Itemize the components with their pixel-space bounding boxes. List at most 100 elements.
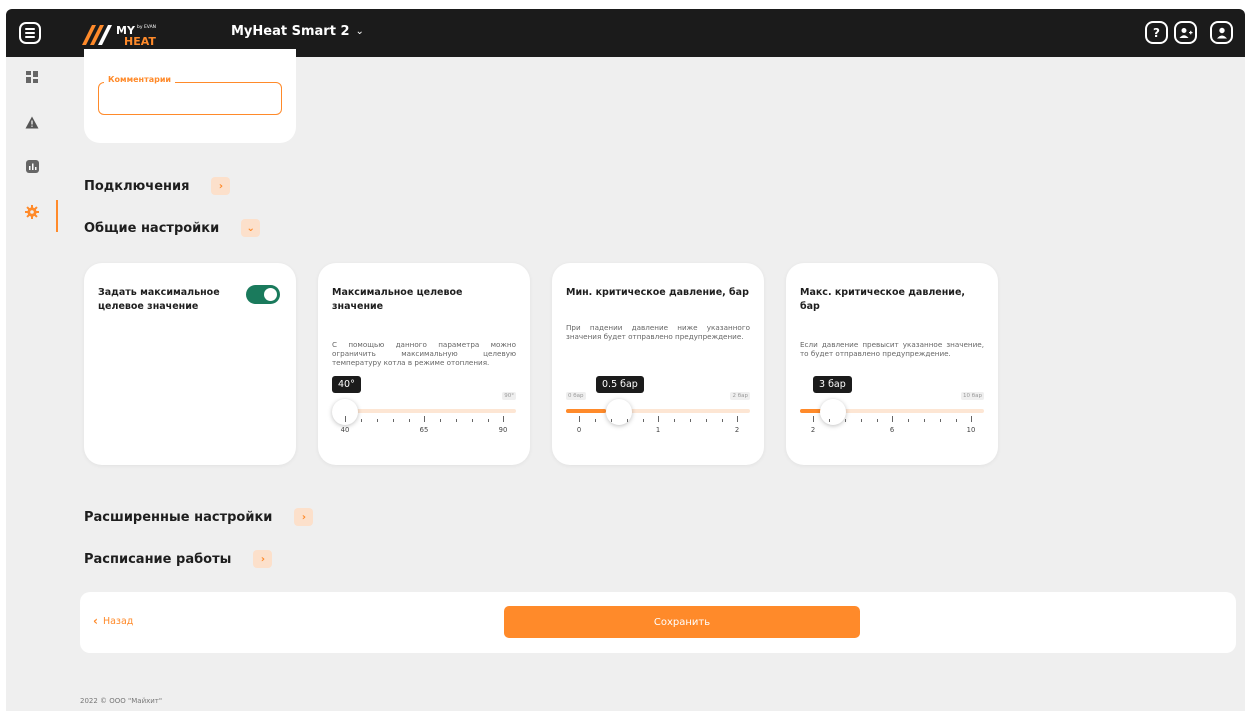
back-button[interactable]: ‹ Назад xyxy=(93,614,133,628)
min-pressure-slider[interactable]: 0.5 бар 0 бар 2 бар 0 1 2 xyxy=(566,376,750,446)
tick xyxy=(877,419,878,422)
section-advanced-label: Расширенные настройки xyxy=(84,509,273,525)
warning-icon[interactable] xyxy=(22,112,42,132)
tick-label: 10 xyxy=(966,426,976,434)
max-pressure-description: Если давление превысит указанное значени… xyxy=(800,340,984,358)
tick xyxy=(627,419,628,422)
comment-input[interactable] xyxy=(98,82,282,115)
section-general-label: Общие настройки xyxy=(84,220,220,236)
add-user-icon[interactable] xyxy=(1174,21,1197,44)
chevron-down-icon: ⌄ xyxy=(355,26,364,37)
myheat-logo[interactable]: MY by EVAN HEAT xyxy=(80,21,170,47)
section-connections[interactable]: Подключения › xyxy=(84,177,231,195)
slider-thumb[interactable] xyxy=(606,399,632,425)
max-target-slider[interactable]: 40° 90° 40 65 90 xyxy=(332,376,516,446)
active-indicator xyxy=(56,200,58,232)
chevron-left-icon: ‹ xyxy=(93,614,98,628)
slider-thumb[interactable] xyxy=(820,399,846,425)
tick xyxy=(829,419,830,422)
section-general[interactable]: Общие настройки ⌄ xyxy=(84,219,261,237)
tick xyxy=(579,416,580,422)
tick-label: 65 xyxy=(419,426,429,434)
tick xyxy=(737,416,738,422)
chart-icon[interactable] xyxy=(22,156,42,176)
tick-label: 0 xyxy=(576,426,582,434)
max-toggle-switch[interactable] xyxy=(246,285,280,304)
device-selector[interactable]: MyHeat Smart 2 ⌄ xyxy=(231,24,364,39)
max-target-description: С помощью данного параметра можно ограни… xyxy=(332,340,516,367)
tick xyxy=(845,419,846,422)
min-pressure-description: При падении давление ниже указанного зна… xyxy=(566,323,750,341)
tick-label: 2 xyxy=(734,426,740,434)
section-schedule[interactable]: Расписание работы › xyxy=(84,550,273,568)
tick-label: 90 xyxy=(498,426,508,434)
chevron-right-icon[interactable]: › xyxy=(294,508,314,526)
section-advanced[interactable]: Расширенные настройки › xyxy=(84,508,314,526)
chevron-right-icon[interactable]: › xyxy=(211,177,231,195)
help-icon[interactable]: ? xyxy=(1145,21,1168,44)
min-pressure-title: Мин. критическое давление, бар xyxy=(566,287,749,298)
dashboard-icon[interactable] xyxy=(22,67,42,87)
slider-track[interactable] xyxy=(332,409,516,413)
tick xyxy=(440,419,441,422)
back-label: Назад xyxy=(102,615,134,627)
slider-tooltip: 40° xyxy=(332,376,361,393)
toggle-knob xyxy=(264,288,277,301)
menu-icon[interactable] xyxy=(19,22,41,44)
slider-max-label: 10 бар xyxy=(960,392,984,400)
tick xyxy=(940,419,941,422)
max-pressure-slider[interactable]: 3 бар 10 бар 2 6 10 xyxy=(800,376,984,446)
action-bar: ‹ Назад Сохранить xyxy=(80,592,1236,653)
slider-tooltip: 0.5 бар xyxy=(596,376,644,393)
tick xyxy=(488,419,489,422)
tick xyxy=(956,419,957,422)
svg-text:HEAT: HEAT xyxy=(124,35,156,47)
max-toggle-title: Задать максимальное целевое значение xyxy=(98,287,220,312)
sidebar xyxy=(6,57,58,711)
tick xyxy=(813,416,814,422)
device-name: MyHeat Smart 2 xyxy=(231,24,350,39)
tick xyxy=(456,419,457,422)
max-target-title: Максимальное целевое значение xyxy=(332,287,463,312)
tick xyxy=(361,419,362,422)
save-button[interactable]: Сохранить xyxy=(504,606,860,638)
tick xyxy=(611,419,612,422)
tick xyxy=(924,419,925,422)
tick xyxy=(503,416,504,422)
comment-label: Комментарии xyxy=(104,75,176,84)
svg-text:by EVAN: by EVAN xyxy=(137,24,156,30)
tick xyxy=(706,419,707,422)
tick xyxy=(908,419,909,422)
tick xyxy=(658,416,659,422)
max-pressure-card: Макс. критическое давление, бар Если дав… xyxy=(786,263,998,465)
tick xyxy=(424,416,425,422)
tick xyxy=(409,419,410,422)
tick xyxy=(393,419,394,422)
comment-card: Комментарии xyxy=(84,49,296,143)
tick xyxy=(643,419,644,422)
tick xyxy=(674,419,675,422)
tick xyxy=(595,419,596,422)
slider-track[interactable] xyxy=(566,409,750,413)
max-target-card: Максимальное целевое значение С помощью … xyxy=(318,263,530,465)
slider-tooltip: 3 бар xyxy=(813,376,852,393)
tick xyxy=(861,419,862,422)
gear-icon[interactable] xyxy=(22,202,42,222)
user-icon[interactable] xyxy=(1210,21,1233,44)
slider-min-label: 0 бар xyxy=(566,392,586,400)
tick xyxy=(472,419,473,422)
tick xyxy=(892,416,893,422)
min-pressure-card: Мин. критическое давление, бар При паден… xyxy=(552,263,764,465)
tick xyxy=(722,419,723,422)
tick-label: 2 xyxy=(810,426,816,434)
chevron-down-icon[interactable]: ⌄ xyxy=(241,219,261,237)
tick xyxy=(971,416,972,422)
slider-max-label: 90° xyxy=(502,392,516,400)
slider-fill xyxy=(566,409,606,413)
chevron-right-icon[interactable]: › xyxy=(253,550,273,568)
app-frame: MY by EVAN HEAT MyHeat Smart 2 ⌄ ? Комме… xyxy=(6,9,1245,711)
max-toggle-card: Задать максимальное целевое значение xyxy=(84,263,296,465)
section-connections-label: Подключения xyxy=(84,178,190,194)
tick xyxy=(690,419,691,422)
tick-label: 1 xyxy=(655,426,661,434)
